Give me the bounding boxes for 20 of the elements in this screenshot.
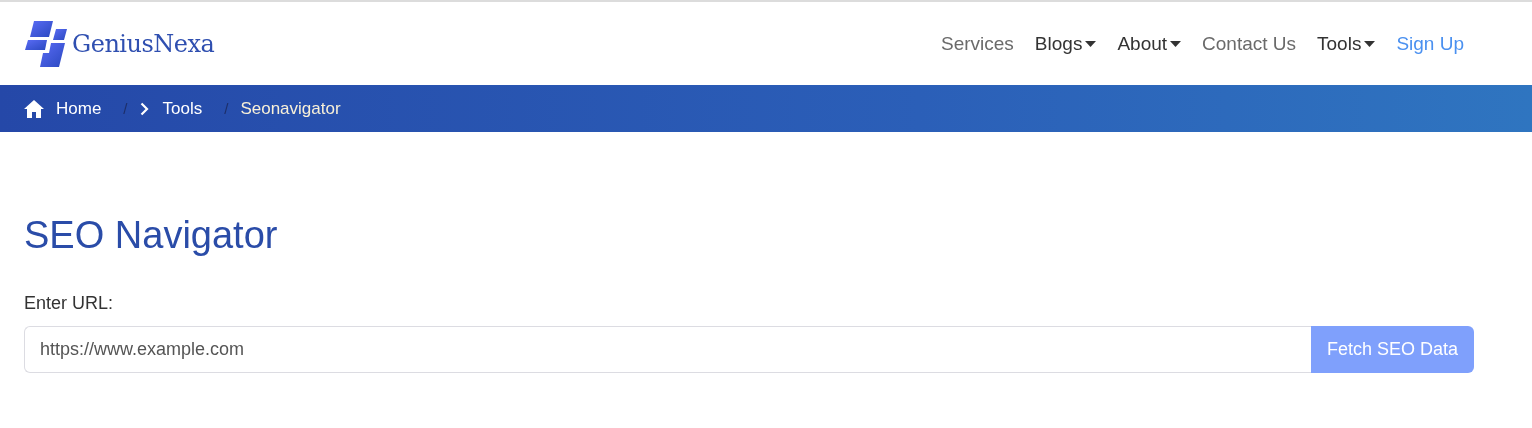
logo-icon (24, 19, 68, 68)
nav-link[interactable]: Blogs (1034, 32, 1097, 55)
page-title: SEO Navigator (24, 214, 279, 257)
nav-link[interactable]: About (1117, 32, 1182, 55)
caret-icon (1085, 40, 1097, 47)
separator: / (224, 100, 229, 117)
logo-text[interactable]: GeniusNexa (72, 29, 215, 58)
home-icon (24, 99, 44, 118)
field-label: Enter URL: (24, 293, 115, 314)
nav-link[interactable]: Services (941, 32, 1014, 55)
breadcrumb-link[interactable]: Tools (162, 98, 203, 119)
chevron-icon (139, 101, 149, 116)
url-field[interactable]: https://www.example.com (24, 326, 1311, 373)
nav-link[interactable]: Tools (1317, 32, 1376, 55)
separator: / (123, 100, 128, 117)
current-page: Seonavigator (240, 98, 341, 119)
caret-icon (1364, 40, 1376, 47)
breadcrumb-link[interactable]: Home (56, 98, 102, 119)
caret-icon (1170, 40, 1182, 47)
nav-link[interactable]: Contact Us (1202, 32, 1297, 55)
